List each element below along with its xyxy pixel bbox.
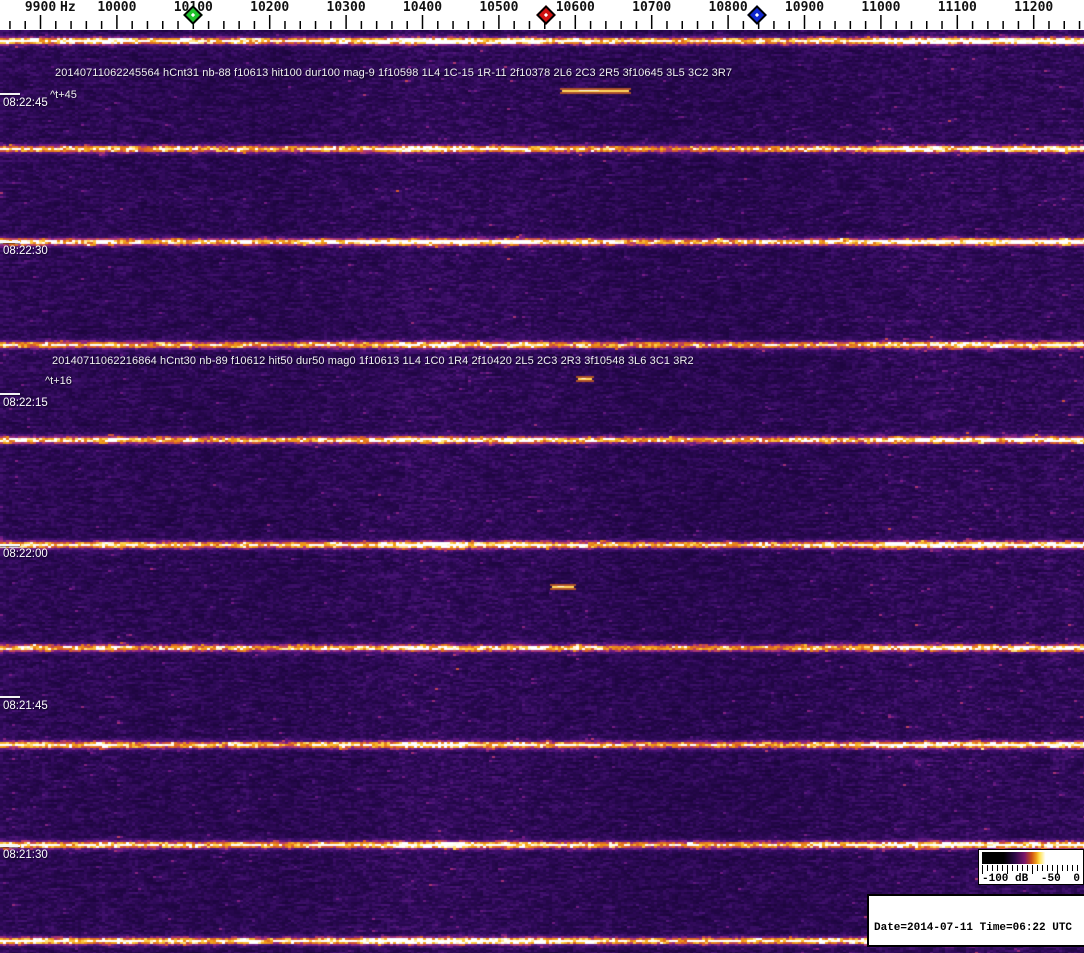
time-offset-marker: ^t+45 (50, 89, 77, 101)
freq-axis-label: 10300 (326, 0, 366, 15)
time-label: 08:21:30 (3, 849, 48, 861)
time-label: 08:22:45 (3, 97, 48, 109)
db-gradient-bar (982, 852, 1081, 864)
freq-axis-label: 11000 (861, 0, 901, 15)
freq-axis-label: 11200 (1014, 0, 1054, 15)
freq-axis-label: 10200 (250, 0, 290, 15)
frequency-unit-label: Hz (60, 0, 76, 15)
time-label: 08:22:30 (3, 245, 48, 257)
freq-axis-label: 10900 (784, 0, 825, 15)
freq-axis-label: 10400 (402, 0, 443, 15)
frequency-axis-header: Hz 9900100001010010200103001040010500106… (0, 0, 1084, 30)
time-tick-mark (0, 93, 20, 95)
time-tick-mark (0, 696, 20, 698)
db-label-mid: -50 (1040, 873, 1061, 885)
db-label-max: 0 (1073, 873, 1080, 885)
detection-annotation: 20140711062216864 hCnt30 nb-89 f10612 hi… (52, 355, 694, 367)
time-label: 08:22:15 (3, 397, 48, 409)
db-label-min: -100 dB (982, 873, 1029, 885)
info-line-date: Date=2014-07-11 Time=06:22 UTC (874, 922, 1073, 934)
time-label: 08:22:00 (3, 548, 48, 560)
waterfall-spectrogram[interactable] (0, 30, 1084, 953)
time-label: 08:21:45 (3, 700, 48, 712)
freq-axis-label: 10000 (97, 0, 137, 15)
spectrogram-app-window: Hz 9900100001010010200103001040010500106… (0, 0, 1084, 953)
freq-axis-label: 10800 (708, 0, 748, 15)
freq-axis-label: 10700 (632, 0, 672, 15)
freq-axis-label: 9900 (24, 0, 57, 15)
freq-axis-label: 10600 (555, 0, 595, 15)
freq-axis-label: 10500 (479, 0, 519, 15)
db-scale-labels: -100 dB -50 0 (979, 873, 1083, 885)
time-offset-marker: ^t+16 (45, 375, 72, 387)
detection-annotation: 20140711062245564 hCnt31 nb-88 f10613 hi… (55, 67, 733, 79)
time-tick-mark (0, 393, 20, 395)
freq-axis-label: 11100 (937, 0, 977, 15)
time-tick-mark (0, 544, 20, 546)
time-tick-mark (0, 241, 20, 243)
info-panel: Date=2014-07-11 Time=06:22 UTC Freq=143 … (867, 894, 1084, 947)
db-color-scale: -100 dB -50 0 (978, 849, 1084, 885)
time-tick-mark (0, 845, 20, 847)
